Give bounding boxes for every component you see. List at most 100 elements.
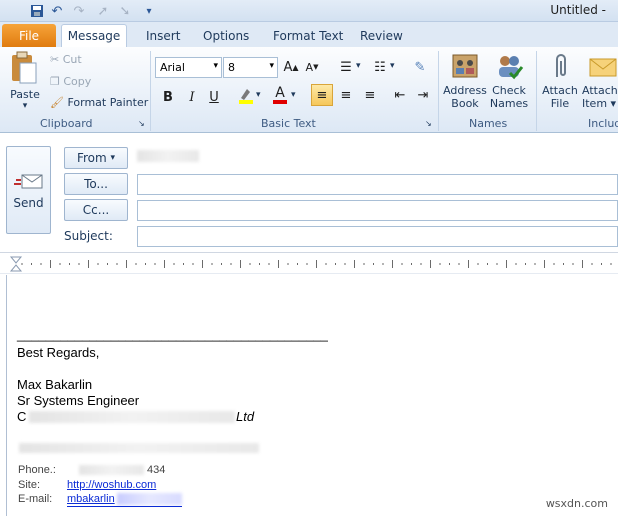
- shrink-font-icon[interactable]: A ▼: [302, 57, 322, 77]
- bold-button[interactable]: B: [158, 87, 178, 107]
- font-name-value: Arial: [160, 61, 185, 74]
- regards-text: Best Regards,: [17, 345, 100, 360]
- check-names-label-1: Check: [492, 84, 526, 97]
- watermark: wsxdn.com: [545, 497, 608, 510]
- from-account-blurred: [137, 150, 199, 162]
- dialog-launcher-icon[interactable]: ↘: [425, 119, 432, 128]
- chevron-down-icon[interactable]: ▾: [291, 90, 296, 100]
- check-names-button[interactable]: Check Names: [488, 51, 530, 115]
- company-name-blurred: [29, 411, 235, 423]
- envelope-icon: [589, 58, 617, 77]
- scissors-icon: ✂: [50, 53, 60, 66]
- from-button[interactable]: From ▾: [64, 147, 128, 169]
- attach-file-label-1: Attach: [542, 84, 578, 97]
- window-title: Untitled -: [550, 3, 606, 17]
- site-link[interactable]: http://woshub.com: [67, 479, 156, 491]
- paste-label: Paste: [10, 88, 40, 101]
- ruler-scale: [9, 256, 612, 272]
- font-color-icon[interactable]: A: [270, 85, 290, 105]
- signature-line: ________________________________________…: [17, 327, 328, 342]
- attach-file-button[interactable]: Attach File: [540, 51, 580, 115]
- company-suffix: Ltd: [236, 409, 255, 424]
- from-label: From: [76, 151, 107, 165]
- send-button[interactable]: Send: [6, 146, 51, 234]
- check-names-label-2: Names: [489, 97, 529, 110]
- basic-text-group-label: Basic Text: [261, 117, 316, 130]
- copy-label: Copy: [63, 75, 92, 88]
- include-group-label: Includ: [588, 117, 618, 130]
- chevron-down-icon[interactable]: ▾: [390, 61, 395, 71]
- tab-format-text[interactable]: Format Text: [267, 24, 349, 47]
- align-right-icon[interactable]: ≡: [360, 85, 380, 105]
- align-center-icon[interactable]: ≡: [336, 85, 356, 105]
- font-size-value: 8: [228, 61, 235, 74]
- address-blurred: [19, 443, 259, 453]
- check-names-icon: [499, 56, 524, 80]
- grow-font-icon[interactable]: A ▲: [281, 57, 301, 77]
- font-name-select[interactable]: Arial ▾: [155, 57, 222, 78]
- chevron-down-icon[interactable]: ▾: [356, 61, 361, 71]
- increase-indent-icon[interactable]: ⇥: [413, 85, 433, 105]
- names-group-label: Names: [469, 117, 508, 130]
- message-body[interactable]: ________________________________________…: [6, 275, 618, 516]
- attach-item-label-2: Item ▾: [582, 97, 617, 110]
- clipboard-group-label: Clipboard: [40, 117, 93, 130]
- copy-button[interactable]: ❐ Copy: [50, 75, 91, 88]
- clear-formatting-icon[interactable]: ✎: [410, 57, 430, 77]
- highlight-icon[interactable]: [236, 85, 256, 105]
- send-label: Send: [13, 196, 44, 210]
- attach-item-label-1: Attach: [582, 84, 618, 97]
- ribbon: Paste ▾ ✂ Cut ❐ Copy 🖌 Format Painter Cl…: [0, 47, 618, 133]
- email-underline: [67, 506, 182, 507]
- tab-insert[interactable]: Insert: [140, 24, 186, 47]
- save-icon[interactable]: [28, 2, 46, 20]
- group-divider: [150, 51, 151, 131]
- chevron-down-icon: ▾: [269, 61, 274, 71]
- email-link[interactable]: mbakarlin: [67, 493, 115, 505]
- phone-number-blurred: [79, 465, 144, 475]
- email-domain-blurred: [117, 493, 182, 505]
- chevron-down-icon: ▾: [110, 153, 116, 163]
- tab-options[interactable]: Options: [197, 24, 255, 47]
- tab-message[interactable]: Message: [61, 24, 127, 47]
- paste-button[interactable]: Paste ▾: [8, 51, 42, 113]
- address-book-label-2: Book: [451, 97, 479, 110]
- chevron-down-icon: ▾: [22, 101, 28, 111]
- italic-button[interactable]: I: [182, 87, 202, 107]
- bullets-icon[interactable]: ☰: [336, 57, 356, 77]
- redo-icon[interactable]: ↷: [70, 2, 88, 20]
- undo-icon[interactable]: ↶: [48, 2, 66, 20]
- tab-file[interactable]: File: [2, 24, 56, 47]
- to-button[interactable]: To...: [64, 173, 128, 195]
- brush-icon: 🖌: [50, 96, 64, 109]
- chevron-down-icon: ▾: [213, 61, 218, 71]
- signature-name: Max Bakarlin: [17, 377, 93, 392]
- attach-item-button[interactable]: Attach Item ▾: [582, 51, 618, 115]
- paperclip-icon: [556, 54, 566, 77]
- up-arrow-icon[interactable]: ➚: [94, 2, 112, 20]
- phone-tail: 434: [147, 464, 166, 476]
- subject-label: Subject:: [64, 229, 113, 243]
- group-divider: [536, 51, 537, 131]
- group-divider: [438, 51, 439, 131]
- tab-review[interactable]: Review: [354, 24, 409, 47]
- cut-button[interactable]: ✂ Cut: [50, 53, 82, 66]
- dialog-launcher-icon[interactable]: ↘: [138, 119, 145, 128]
- font-size-select[interactable]: 8 ▾: [223, 57, 278, 78]
- chevron-down-icon[interactable]: ▾: [256, 90, 261, 100]
- ruler[interactable]: [0, 252, 618, 274]
- numbering-icon[interactable]: ☷: [370, 57, 390, 77]
- to-field[interactable]: [137, 174, 618, 195]
- customize-icon[interactable]: ▾: [140, 2, 158, 20]
- format-painter-button[interactable]: 🖌 Format Painter: [50, 96, 148, 109]
- cc-field[interactable]: [137, 200, 618, 221]
- decrease-indent-icon[interactable]: ⇤: [390, 85, 410, 105]
- address-book-button[interactable]: Address Book: [442, 51, 488, 115]
- cc-button[interactable]: Cc...: [64, 199, 128, 221]
- align-left-icon[interactable]: ≡: [311, 84, 333, 106]
- subject-field[interactable]: [137, 226, 618, 247]
- underline-button[interactable]: U: [204, 87, 224, 107]
- down-arrow-icon[interactable]: ➘: [116, 2, 134, 20]
- cut-label: Cut: [62, 53, 82, 66]
- ribbon-tabs: File Message Insert Options Format Text …: [0, 22, 618, 47]
